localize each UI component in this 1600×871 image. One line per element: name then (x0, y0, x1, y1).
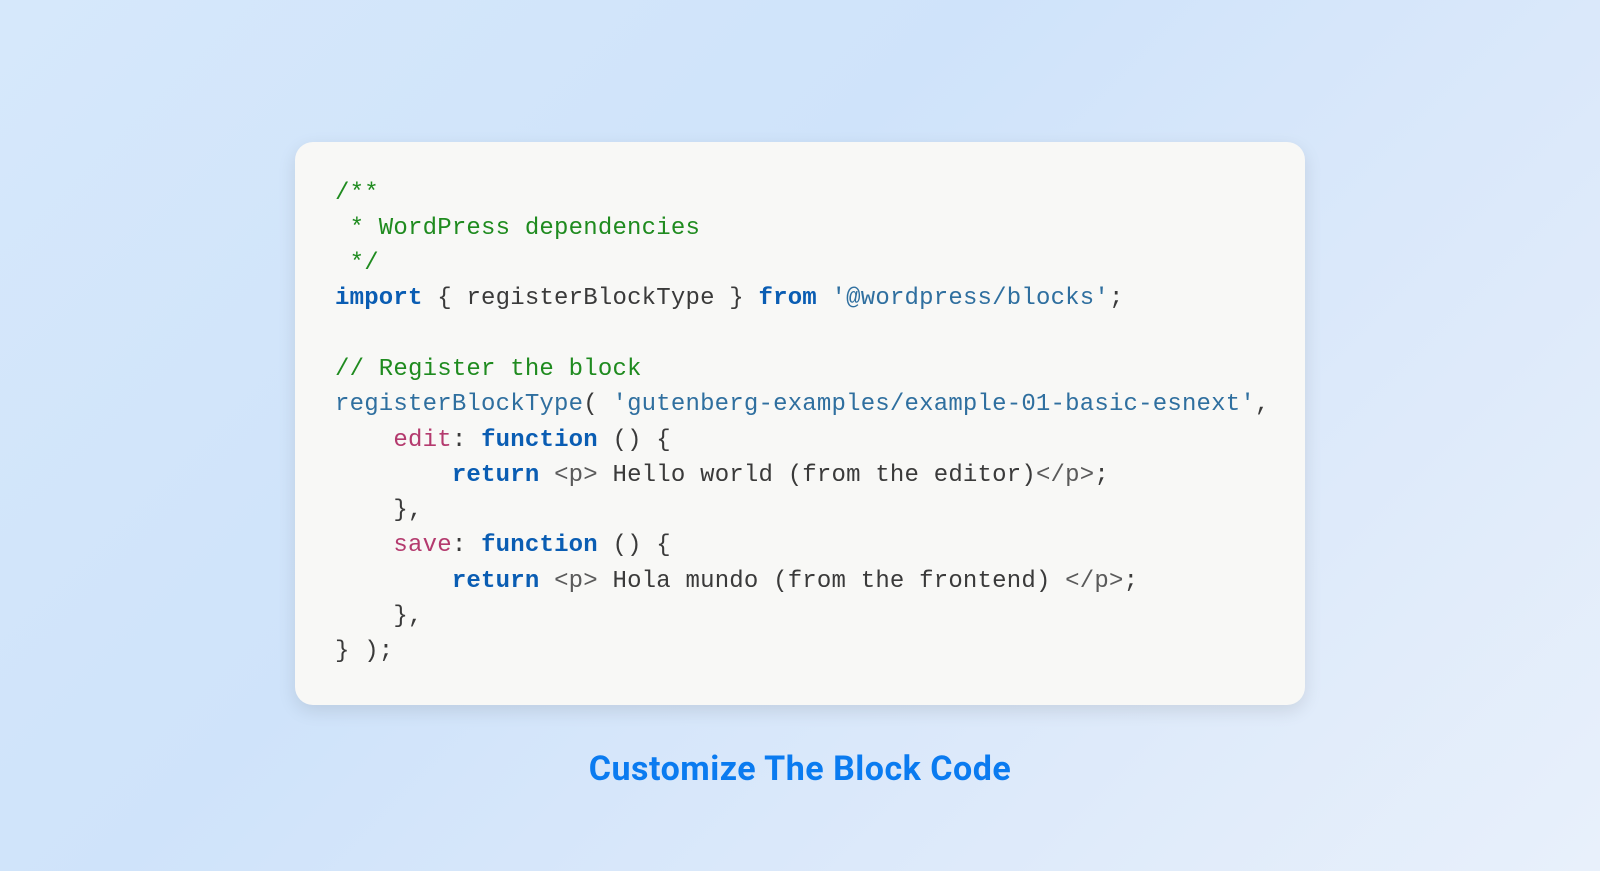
brace-close: } (715, 285, 759, 312)
indent (335, 603, 393, 630)
caption-title: Customize The Block Code (589, 749, 1012, 789)
brace-open: { (423, 285, 467, 312)
prop-save: save (393, 532, 451, 559)
tag-p-close: </p> (1065, 568, 1123, 595)
func-sig: () { (598, 532, 671, 559)
indent (335, 427, 393, 454)
prop-edit: edit (393, 427, 451, 454)
save-text: Hola mundo (from the frontend) (598, 568, 1065, 595)
final-close: } ); (335, 638, 393, 665)
colon: : (452, 427, 481, 454)
kw-function: function (481, 532, 598, 559)
brace-close-comma: }, (393, 497, 422, 524)
kw-return: return (452, 568, 540, 595)
code-card: /** * WordPress dependencies */ import {… (295, 142, 1305, 706)
comma: , (1255, 391, 1270, 418)
comment-line: * WordPress dependencies (335, 215, 700, 242)
tag-p-close: </p> (1036, 462, 1094, 489)
indent (335, 568, 452, 595)
brace-close-comma: }, (393, 603, 422, 630)
indent (335, 532, 393, 559)
kw-return: return (452, 462, 540, 489)
kw-function: function (481, 427, 598, 454)
comment-register: // Register the block (335, 356, 642, 383)
indent (335, 462, 452, 489)
space (539, 462, 554, 489)
fn-register: registerBlockType (335, 391, 583, 418)
colon: : (452, 532, 481, 559)
comment-open: /** (335, 180, 379, 207)
kw-import: import (335, 285, 423, 312)
indent (335, 497, 393, 524)
space (539, 568, 554, 595)
semicolon: ; (1124, 568, 1139, 595)
block-id-string: 'gutenberg-examples/example-01-basic-esn… (612, 391, 1255, 418)
kw-from: from (759, 285, 817, 312)
import-module: '@wordpress/blocks' (832, 285, 1109, 312)
import-name: registerBlockType (466, 285, 714, 312)
tag-p-open: <p> (554, 462, 598, 489)
edit-text: Hello world (from the editor) (598, 462, 1036, 489)
func-sig: () { (598, 427, 671, 454)
semicolon: ; (1094, 462, 1109, 489)
tag-p-open: <p> (554, 568, 598, 595)
paren-open: ( (583, 391, 612, 418)
comment-close: */ (335, 250, 379, 277)
space (817, 285, 832, 312)
code-block: /** * WordPress dependencies */ import {… (335, 176, 1265, 670)
semicolon: ; (1109, 285, 1124, 312)
